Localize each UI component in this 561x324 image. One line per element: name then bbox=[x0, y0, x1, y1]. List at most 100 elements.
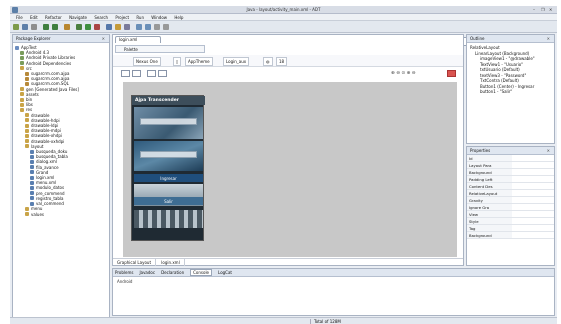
menu-project[interactable]: Project bbox=[115, 15, 129, 20]
tree-item-label: values bbox=[31, 211, 45, 217]
print-icon[interactable] bbox=[31, 24, 37, 30]
property-name: RelativeLayout bbox=[467, 189, 512, 197]
zoom-controls[interactable]: ⊕ ⊖ ⊙ ⊕ ⊖ bbox=[391, 71, 416, 76]
tab-xml-source[interactable]: login.xml bbox=[157, 259, 185, 266]
layout-width-icon[interactable] bbox=[121, 70, 130, 77]
margins-icon[interactable] bbox=[147, 70, 156, 77]
editor-tab[interactable]: login.xml bbox=[115, 36, 161, 43]
folder-icon bbox=[20, 66, 24, 71]
prev-annotation-icon[interactable] bbox=[145, 24, 151, 30]
folder-icon bbox=[25, 123, 29, 128]
palette-header[interactable]: Palette bbox=[115, 45, 205, 53]
device-dropdown[interactable]: Nexus One bbox=[133, 57, 161, 66]
property-value[interactable] bbox=[512, 175, 554, 183]
project-tree: AppTest Android 4.3 Android Private Librar… bbox=[13, 43, 109, 217]
search-icon[interactable] bbox=[124, 24, 130, 30]
username-field[interactable] bbox=[140, 118, 197, 125]
title-bar: Java - layout/activity_main.xml - ADT – … bbox=[10, 6, 557, 14]
folder-icon bbox=[25, 139, 29, 144]
android-sdk-icon[interactable] bbox=[43, 24, 49, 30]
tree-item[interactable]: values bbox=[15, 212, 109, 217]
editor-bottom-tabs: Graphical Layout login.xml bbox=[113, 258, 463, 266]
layout-height-icon[interactable] bbox=[132, 70, 141, 77]
gravity-icon[interactable] bbox=[158, 70, 167, 77]
close-button[interactable]: ✕ bbox=[549, 7, 552, 12]
property-value[interactable] bbox=[512, 182, 554, 190]
error-icon[interactable] bbox=[447, 70, 456, 77]
activity-dropdown[interactable]: Login_aux bbox=[223, 57, 250, 66]
file-icon bbox=[30, 175, 34, 180]
property-value[interactable] bbox=[512, 196, 554, 204]
project-icon bbox=[15, 45, 19, 50]
property-row[interactable]: View bbox=[467, 210, 554, 218]
console-tab[interactable]: Declaration bbox=[161, 270, 184, 275]
debug-icon[interactable] bbox=[76, 24, 82, 30]
property-row[interactable]: Padding Left bbox=[467, 175, 554, 183]
next-annotation-icon[interactable] bbox=[136, 24, 142, 30]
menu-window[interactable]: Window bbox=[151, 15, 167, 20]
minimize-button[interactable]: – bbox=[533, 7, 535, 12]
file-icon bbox=[30, 191, 34, 196]
property-value[interactable] bbox=[512, 217, 554, 225]
menu-file[interactable]: File bbox=[16, 15, 23, 20]
property-value[interactable] bbox=[512, 210, 554, 218]
window-title: Java - layout/activity_main.xml - ADT bbox=[246, 7, 321, 12]
folder-icon bbox=[25, 206, 29, 211]
layout-canvas[interactable]: Ajpa Transcender Ingresar Salir bbox=[123, 82, 457, 257]
property-value[interactable] bbox=[512, 189, 554, 197]
property-row[interactable]: Gravity bbox=[467, 196, 554, 204]
forward-icon[interactable] bbox=[163, 24, 169, 30]
property-row[interactable]: Tag bbox=[467, 224, 554, 232]
property-value[interactable] bbox=[512, 224, 554, 232]
menu-edit[interactable]: Edit bbox=[30, 15, 38, 20]
property-value[interactable] bbox=[512, 203, 554, 211]
menu-run[interactable]: Run bbox=[136, 15, 144, 20]
password-field[interactable] bbox=[140, 151, 197, 158]
login-button[interactable]: Ingresar bbox=[134, 174, 203, 182]
property-value[interactable] bbox=[512, 161, 554, 169]
lint-icon[interactable] bbox=[64, 24, 70, 30]
console-tab[interactable]: Javadoc bbox=[139, 270, 155, 275]
theme-dropdown[interactable]: AppTheme bbox=[185, 57, 213, 66]
external-tools-icon[interactable] bbox=[94, 24, 100, 30]
property-value[interactable] bbox=[512, 231, 554, 239]
orientation-icon[interactable]: ▯ bbox=[173, 57, 182, 66]
property-row[interactable]: Content Des bbox=[467, 182, 554, 190]
menu-search[interactable]: Search bbox=[94, 15, 108, 20]
api-level-dropdown[interactable]: 18 bbox=[276, 57, 288, 66]
console-tab[interactable]: LogCat bbox=[218, 270, 232, 275]
locale-icon[interactable]: ◍ bbox=[263, 57, 273, 66]
maximize-button[interactable]: ❐ bbox=[541, 7, 545, 12]
file-icon bbox=[30, 154, 34, 159]
folder-icon bbox=[20, 97, 24, 102]
property-row[interactable]: Style bbox=[467, 217, 554, 225]
outline-item[interactable]: button1 - "Salir" bbox=[470, 89, 554, 95]
close-icon[interactable]: ✕ bbox=[102, 36, 105, 41]
open-type-icon[interactable] bbox=[115, 24, 121, 30]
property-name: Background bbox=[467, 168, 512, 176]
property-row[interactable]: Background bbox=[467, 168, 554, 176]
package-icon bbox=[25, 81, 29, 86]
console-tab[interactable]: Problems bbox=[115, 270, 133, 275]
save-icon[interactable] bbox=[22, 24, 28, 30]
property-row[interactable]: Background bbox=[467, 231, 554, 239]
property-row[interactable]: RelativeLayout bbox=[467, 189, 554, 197]
menu-refactor[interactable]: Refactor bbox=[45, 15, 62, 20]
close-icon[interactable]: ✕ bbox=[547, 36, 550, 41]
menu-navigate[interactable]: Navigate bbox=[69, 15, 87, 20]
exit-button[interactable]: Salir bbox=[134, 197, 203, 205]
property-row[interactable]: Layout Para bbox=[467, 161, 554, 169]
property-row[interactable]: Ignore Gra bbox=[467, 203, 554, 211]
back-icon[interactable] bbox=[154, 24, 160, 30]
console-tab[interactable]: Console bbox=[190, 269, 213, 276]
file-icon bbox=[30, 201, 34, 206]
new-icon[interactable] bbox=[13, 24, 19, 30]
tab-graphical-layout[interactable]: Graphical Layout bbox=[113, 259, 157, 266]
property-value[interactable] bbox=[512, 168, 554, 176]
close-icon[interactable]: ✕ bbox=[547, 148, 550, 153]
property-name: Ignore Gra bbox=[467, 203, 512, 211]
new-java-class-icon[interactable] bbox=[106, 24, 112, 30]
run-icon[interactable] bbox=[85, 24, 91, 30]
menu-help[interactable]: Help bbox=[174, 15, 183, 20]
avd-manager-icon[interactable] bbox=[52, 24, 58, 30]
